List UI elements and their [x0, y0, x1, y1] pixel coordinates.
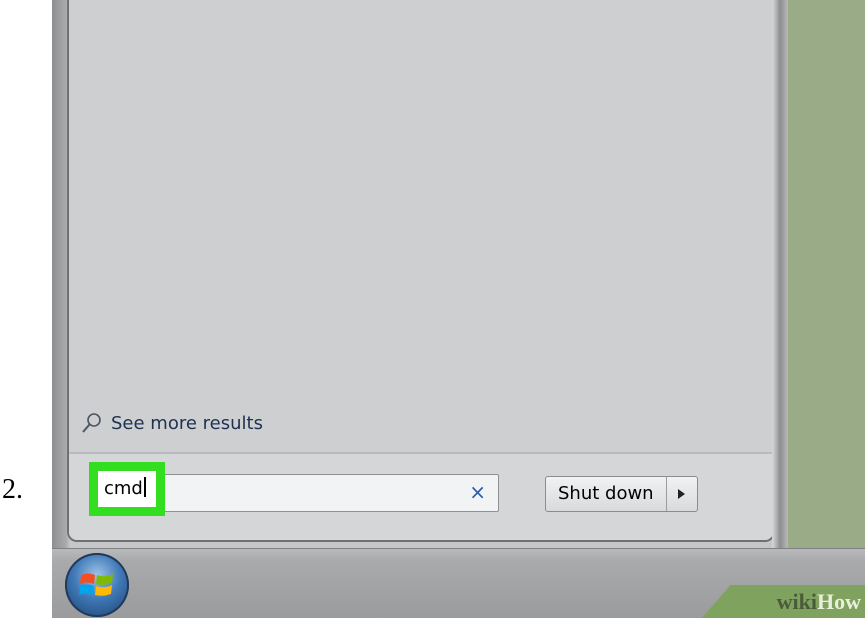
start-menu: See more results × cmd Shut down [52, 0, 788, 548]
search-input-value: cmd [104, 477, 146, 499]
windows-logo-icon [79, 573, 113, 596]
chevron-right-icon [678, 489, 686, 499]
close-icon[interactable]: × [469, 480, 486, 504]
wikihow-watermark: wiki How [701, 585, 865, 618]
desktop-background [788, 0, 865, 548]
see-more-results-link[interactable]: See more results [81, 412, 263, 434]
windows-desktop: See more results × cmd Shut down wiki Ho… [52, 0, 865, 618]
search-input-text-area[interactable]: cmd [98, 471, 156, 507]
magnifier-icon [82, 413, 101, 433]
step-number: 2. [2, 474, 23, 505]
shutdown-options-button[interactable] [667, 477, 697, 511]
watermark-wiki: wiki [776, 589, 817, 614]
start-menu-left-pane: See more results × cmd Shut down [67, 0, 775, 542]
text-caret [143, 477, 146, 497]
start-button[interactable] [65, 553, 129, 617]
shutdown-button[interactable]: Shut down [546, 477, 667, 511]
taskbar: wiki How [52, 548, 865, 618]
shutdown-button-group: Shut down [545, 476, 698, 512]
watermark-how: How [817, 589, 861, 614]
see-more-results-label: See more results [111, 412, 263, 434]
search-results-area [69, 0, 773, 452]
